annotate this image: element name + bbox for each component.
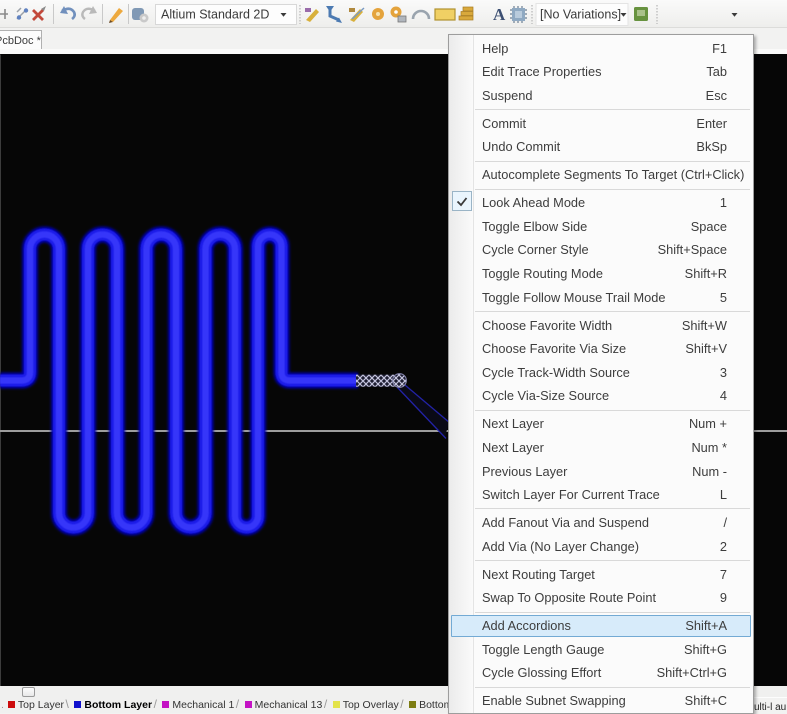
svg-text:Altium Standard 2D: Altium Standard 2D [161,8,269,22]
svg-text:[No Variations]: [No Variations] [540,8,621,22]
svg-text:A: A [493,5,506,24]
